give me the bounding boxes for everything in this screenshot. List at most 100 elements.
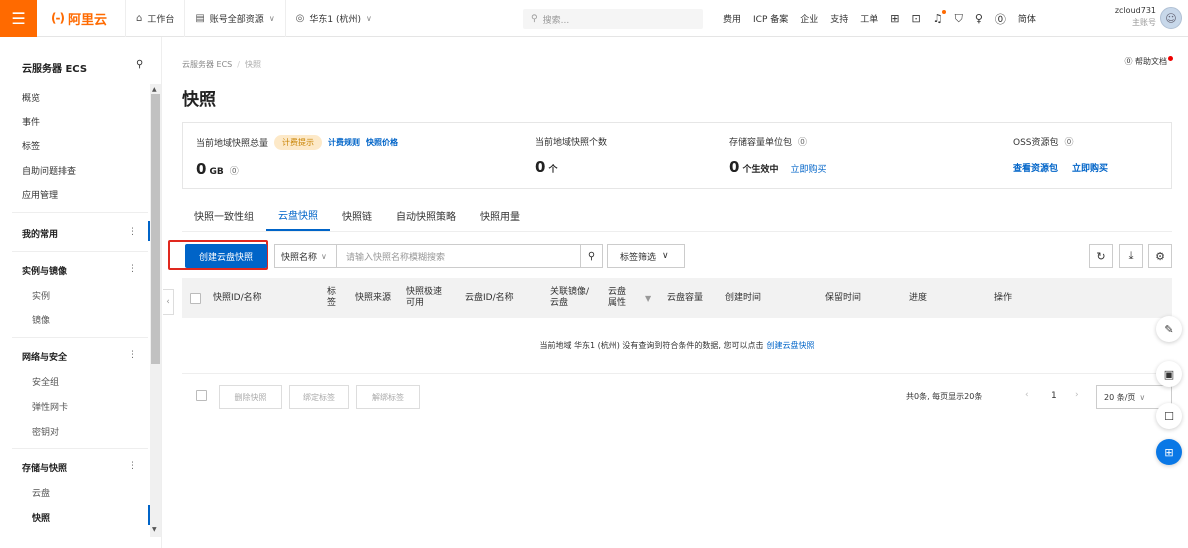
enterprise-link[interactable]: 企业 <box>800 12 818 25</box>
screen-float-button[interactable]: ▣ <box>1156 361 1182 387</box>
stat-total-label: 当前地域快照总量 <box>196 139 269 149</box>
tab-auto-snapshot-policy[interactable]: 自动快照策略 <box>384 199 468 231</box>
app-icon[interactable]: ⊞ <box>890 12 899 25</box>
search-icon: ⚲ <box>587 250 596 262</box>
select-all-checkbox[interactable] <box>190 278 201 318</box>
tab-snapshot-usage[interactable]: 快照用量 <box>468 199 532 231</box>
scroll-up-icon[interactable]: ▲ <box>152 86 157 93</box>
logo-mark: (-) <box>51 11 65 25</box>
sidebar-item-troubleshoot[interactable]: 自助问题排查 <box>22 164 76 177</box>
search-field-select[interactable]: 快照名称 ∨ <box>274 244 337 268</box>
top-navbar: ☰ (-) 阿里云 ⌂ 工作台 ▤ 账号全部资源 ∨ ◎ 华东1 (杭州) ∨ … <box>0 0 1188 37</box>
help-icon[interactable]: ⓪ <box>798 135 807 148</box>
refresh-button[interactable]: ↻ <box>1089 244 1113 268</box>
support-link[interactable]: 支持 <box>830 12 848 25</box>
billing-tip-badge[interactable]: 计费提示 <box>274 135 323 150</box>
language-switch[interactable]: 简体 <box>1018 12 1036 25</box>
tab-snapshot-chain[interactable]: 快照链 <box>330 199 384 231</box>
ticket-link[interactable]: 工单 <box>860 12 878 25</box>
buy-now-link[interactable]: 立即购买 <box>1072 161 1108 174</box>
top-nav: ⌂ 工作台 ▤ 账号全部资源 ∨ ◎ 华东1 (杭州) ∨ <box>124 0 382 37</box>
chat-icon: ☐ <box>1164 409 1174 423</box>
page-number[interactable]: 1 <box>1051 391 1057 401</box>
snapshot-price-link[interactable]: 快照价格 <box>366 137 398 148</box>
workbench-label: 工作台 <box>147 14 175 25</box>
search-icon[interactable]: ⚲ <box>136 59 143 70</box>
sidebar-scrollbar[interactable] <box>150 84 161 537</box>
create-disk-snapshot-link[interactable]: 创建云盘快照 <box>767 340 815 351</box>
aliyun-logo[interactable]: (-) 阿里云 <box>51 9 107 28</box>
download-icon: ⤓ <box>1128 249 1134 262</box>
chat-float-button[interactable]: ☐ <box>1156 403 1182 429</box>
view-resource-pack-link[interactable]: 查看资源包 <box>1013 161 1058 174</box>
search-button[interactable]: ⚲ <box>581 244 603 268</box>
sidebar-item-overview[interactable]: 概览 <box>22 91 40 104</box>
sidebar-item-keypairs[interactable]: 密钥对 <box>32 425 59 438</box>
tag-filter-button[interactable]: 标签筛选 ∨ <box>607 244 685 268</box>
sidebar-item-tags[interactable]: 标签 <box>22 139 40 152</box>
more-icon[interactable]: ⋮ <box>128 264 137 274</box>
buy-now-link[interactable]: 立即购买 <box>790 162 826 175</box>
snapshot-search-input[interactable]: 请输入快照名称模糊搜索 <box>337 244 581 268</box>
col-linked-image: 关联镜像/云盘 <box>550 287 590 308</box>
col-retention-time: 保留时间 <box>825 292 862 303</box>
tab-consistency-group[interactable]: 快照一致性组 <box>182 199 266 231</box>
workbench-link[interactable]: ⌂ 工作台 <box>124 0 184 37</box>
help-docs-label: 帮助文档 <box>1135 57 1167 66</box>
sidebar-group-instances[interactable]: 实例与镜像 <box>22 264 67 277</box>
stat-count-value: 0 <box>535 158 546 176</box>
sidebar-item-security-groups[interactable]: 安全组 <box>32 375 59 388</box>
sidebar-group-storage[interactable]: 存储与快照 <box>22 461 67 474</box>
chevron-down-icon: ∨ <box>268 13 275 23</box>
checkbox[interactable] <box>190 292 201 304</box>
global-search-input[interactable]: ⚲ 搜索... <box>523 9 703 29</box>
unbind-tag-button[interactable]: 解绑标签 <box>356 385 420 409</box>
billing-link[interactable]: 费用 <box>723 12 741 25</box>
next-page-icon[interactable]: › <box>1075 390 1079 400</box>
sidebar-item-images[interactable]: 镜像 <box>32 313 50 326</box>
more-icon[interactable]: ⋮ <box>128 461 137 471</box>
help-icon[interactable]: ⓪ <box>230 164 239 177</box>
region-select[interactable]: ◎ 华东1 (杭州) ∨ <box>284 0 382 37</box>
sidebar-item-disks[interactable]: 云盘 <box>32 486 50 499</box>
more-icon[interactable]: ⋮ <box>128 227 137 237</box>
sidebar-item-app-management[interactable]: 应用管理 <box>22 188 58 201</box>
sidebar-divider <box>12 337 148 338</box>
assistant-float-button[interactable]: ⊞ <box>1156 439 1182 465</box>
account-resource-select[interactable]: ▤ 账号全部资源 ∨ <box>184 0 284 37</box>
filter-icon[interactable]: ▼ <box>645 278 651 318</box>
breadcrumb-ecs[interactable]: 云服务器 ECS <box>182 60 232 69</box>
edit-float-button[interactable]: ✎ <box>1156 316 1182 342</box>
help-docs-link[interactable]: ⓪ 帮助文档 <box>1124 56 1173 67</box>
sidebar-item-eni[interactable]: 弹性网卡 <box>32 400 68 413</box>
settings-button[interactable]: ⚙ <box>1148 244 1172 268</box>
sidebar-item-instances[interactable]: 实例 <box>32 289 50 302</box>
scroll-down-icon[interactable]: ▼ <box>152 526 157 533</box>
hamburger-icon[interactable]: ☰ <box>0 0 37 37</box>
sidebar-item-snapshots[interactable]: 快照 <box>32 511 50 524</box>
more-icon[interactable]: ⋮ <box>128 350 137 360</box>
sidebar-title: 云服务器 ECS <box>22 64 88 75</box>
help-icon[interactable]: ⓪ <box>1065 135 1074 148</box>
sidebar-group-favorites[interactable]: 我的常用 <box>22 227 58 240</box>
sidebar-group-network[interactable]: 网络与安全 <box>22 350 67 363</box>
footer-select-all-checkbox[interactable] <box>196 390 207 401</box>
prev-page-icon[interactable]: ‹ <box>1025 390 1029 400</box>
download-button[interactable]: ⤓ <box>1119 244 1143 268</box>
bulb-icon[interactable]: ♀ <box>975 12 983 25</box>
top-right-links: 费用 ICP 备案 企业 支持 工单 ⊞ ⊡ ♫ ⛉ ♀ ⓪ 简体 <box>723 0 1048 37</box>
billing-rules-link[interactable]: 计费规则 <box>328 137 360 148</box>
avatar[interactable]: ☺ <box>1160 7 1182 29</box>
cart-icon[interactable]: ⛉ <box>955 12 963 26</box>
scrollbar-thumb[interactable] <box>151 94 160 364</box>
sidebar-item-events[interactable]: 事件 <box>22 115 40 128</box>
icp-link[interactable]: ICP 备案 <box>753 12 788 25</box>
help-icon[interactable]: ⓪ <box>995 11 1006 27</box>
bind-tag-button[interactable]: 绑定标签 <box>289 385 349 409</box>
create-disk-snapshot-button[interactable]: 创建云盘快照 <box>185 244 267 268</box>
terminal-icon[interactable]: ⊡ <box>912 12 921 25</box>
delete-snapshot-button[interactable]: 删除快照 <box>219 385 282 409</box>
tab-disk-snapshot[interactable]: 云盘快照 <box>266 199 330 231</box>
bell-icon[interactable]: ♫ <box>933 10 946 25</box>
account-info[interactable]: zcloud731 主账号 <box>1115 5 1156 29</box>
